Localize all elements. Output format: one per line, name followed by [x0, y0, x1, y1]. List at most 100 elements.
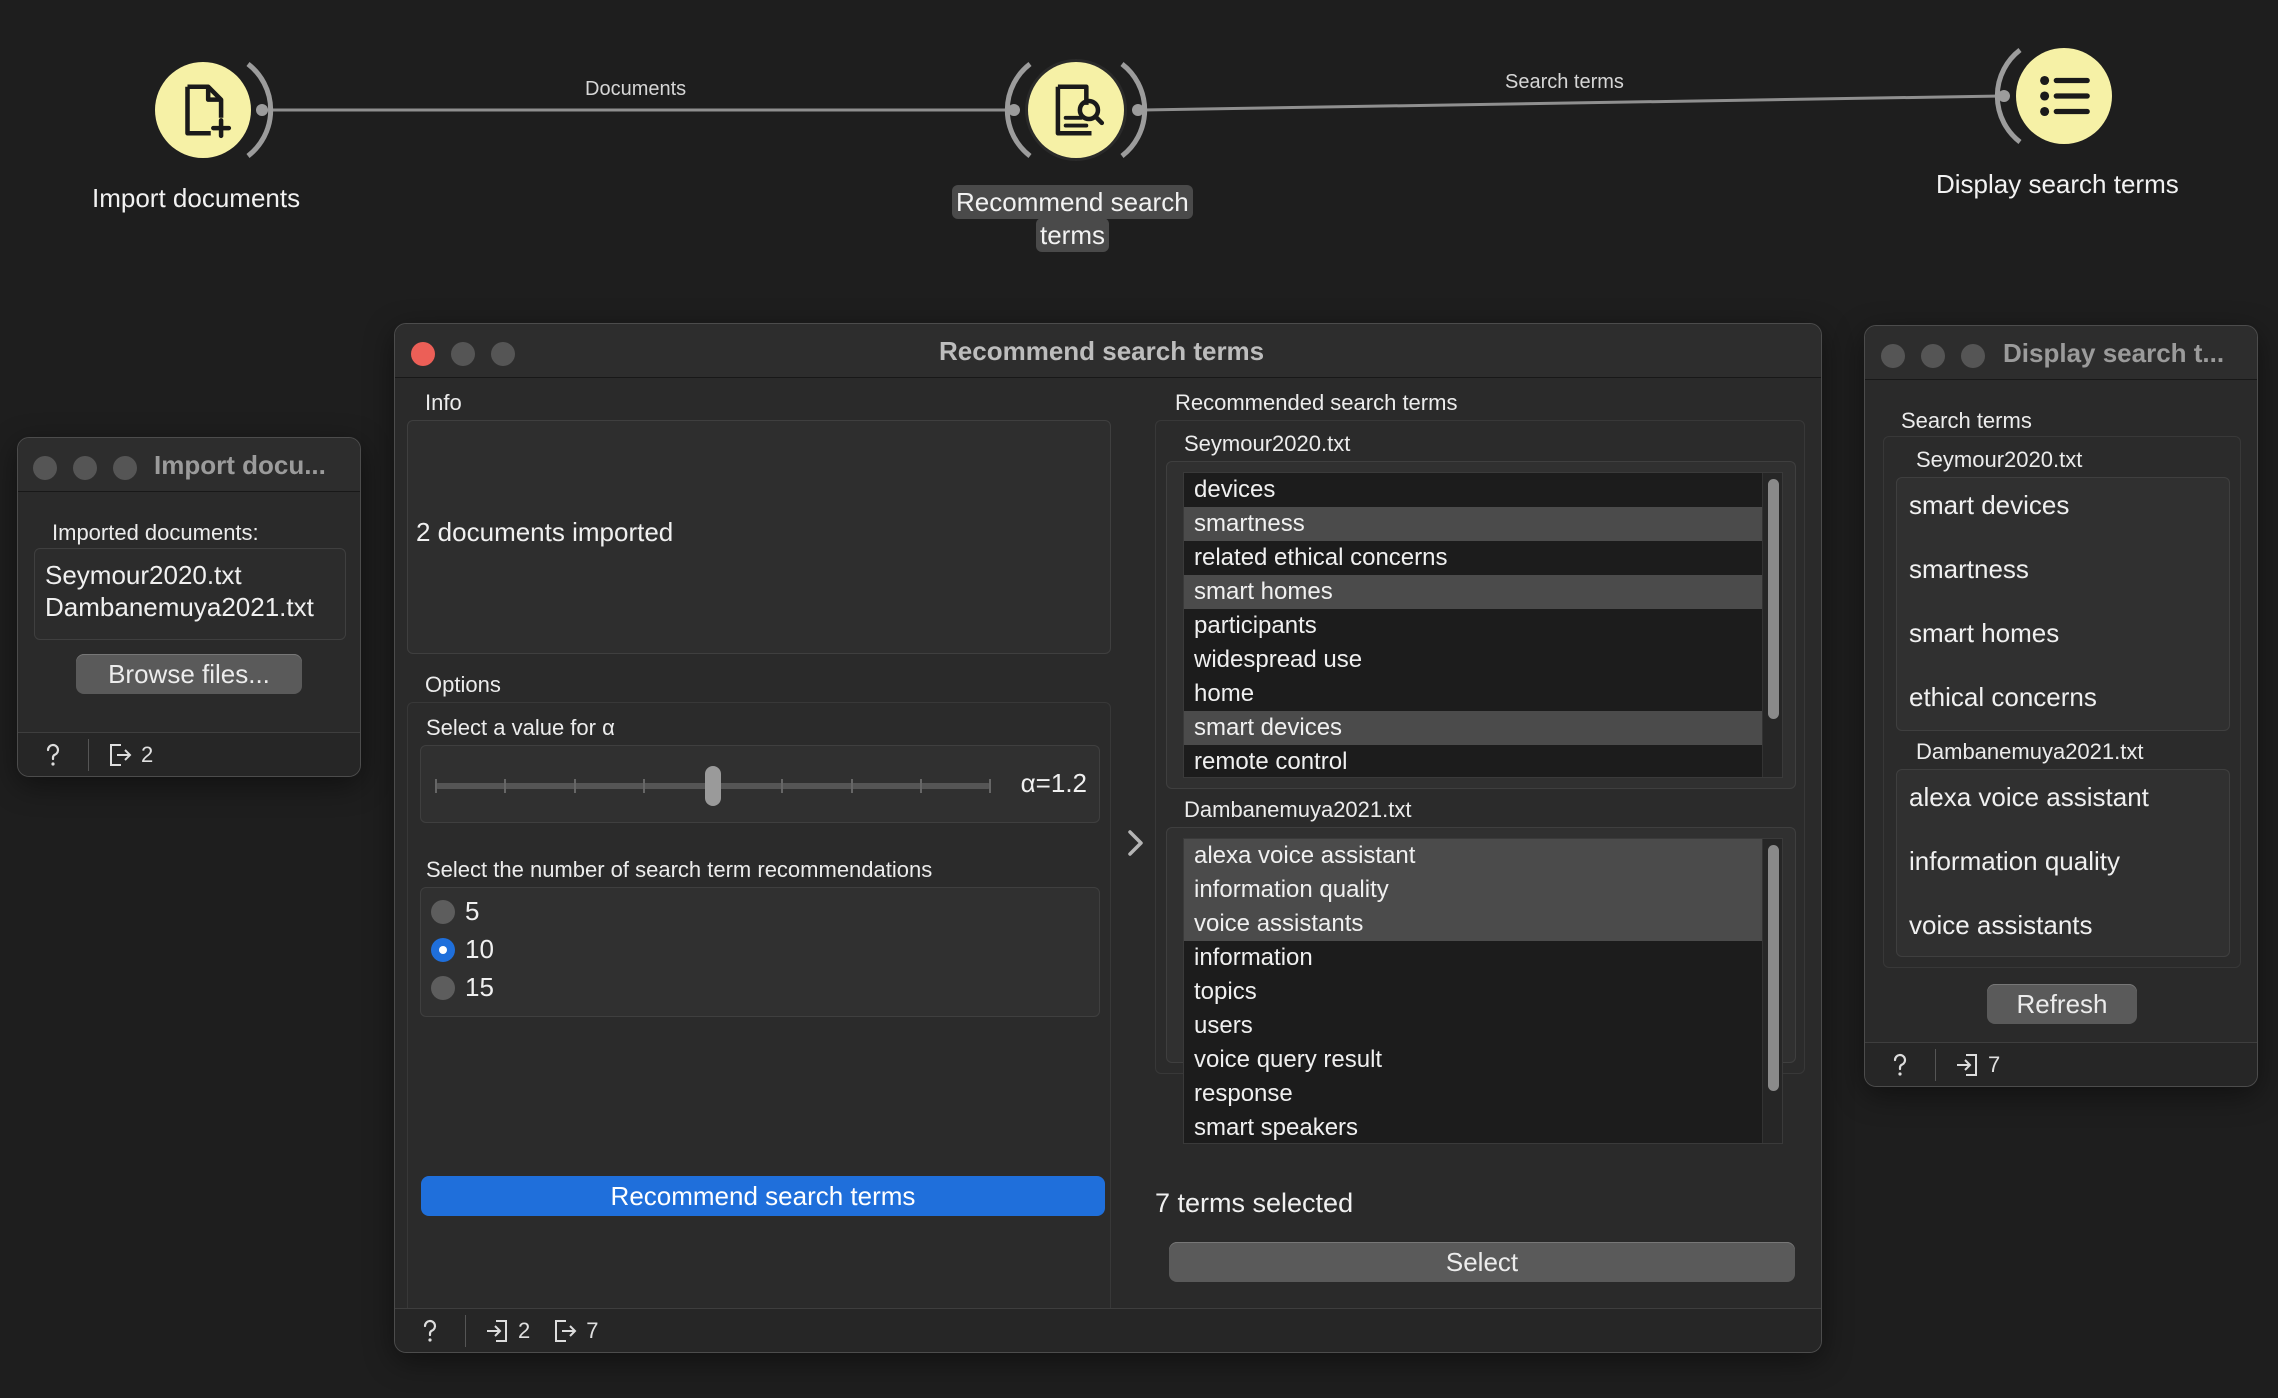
- radio-option-5[interactable]: 5: [431, 896, 479, 927]
- doc2-terms-list[interactable]: alexa voice assistant information quality…: [1183, 838, 1783, 1144]
- help-icon[interactable]: [40, 742, 66, 768]
- list-icon[interactable]: [2016, 48, 2112, 144]
- input-icon: [487, 1319, 507, 1342]
- node-label-import-documents: Import documents: [92, 183, 301, 213]
- browse-files-button[interactable]: Browse files...: [76, 654, 302, 694]
- term-row[interactable]: smart homes: [1184, 575, 1782, 609]
- recommended-terms-label: Recommended search terms: [1175, 390, 1458, 415]
- term-row[interactable]: related ethical concerns: [1184, 541, 1782, 575]
- scrollbar[interactable]: [1762, 839, 1782, 1143]
- doc2-display-list[interactable]: alexa voice assistant information qualit…: [1896, 769, 2230, 957]
- recommended-terms-box: Seymour2020.txt devices smartness related …: [1155, 420, 1805, 1144]
- select-button[interactable]: Select: [1169, 1242, 1795, 1282]
- input-count: 2: [518, 1317, 531, 1343]
- refresh-button[interactable]: Refresh: [1987, 984, 2137, 1024]
- term-row[interactable]: home: [1184, 677, 1782, 711]
- doc-name-seymour: Seymour2020.txt: [1184, 431, 1351, 456]
- document-add-icon[interactable]: [155, 62, 251, 158]
- slider-tick: [920, 779, 922, 793]
- minimize-window-button[interactable]: [451, 342, 475, 366]
- help-icon[interactable]: [417, 1318, 443, 1344]
- alpha-value: α=1.2: [1020, 768, 1087, 798]
- node-label-recommend-line1: Recommend search: [952, 185, 1193, 219]
- link-label-search-terms: Search terms: [1505, 71, 1624, 93]
- doc-name-seymour: Seymour2020.txt: [1916, 447, 2083, 472]
- term-row[interactable]: smart speakers: [1184, 1111, 1782, 1143]
- help-icon[interactable]: [1887, 1052, 1913, 1078]
- link-label-documents: Documents: [585, 78, 687, 100]
- radio-label: 5: [465, 896, 480, 926]
- term-row[interactable]: participants: [1184, 609, 1782, 643]
- scrollbar-thumb[interactable]: [1768, 479, 1779, 719]
- titlebar[interactable]: Recommend search terms: [395, 324, 1821, 378]
- slider-tick: [989, 779, 991, 793]
- alpha-slider[interactable]: [435, 764, 991, 808]
- output-count: 2: [141, 741, 154, 767]
- radio-button[interactable]: [431, 975, 455, 1000]
- output-icon: [555, 1319, 577, 1342]
- doc1-list-frame: devices smartness related ethical concerns…: [1166, 461, 1796, 789]
- node-label-recommend-line2: terms: [1036, 218, 1109, 252]
- slider-knob[interactable]: [705, 766, 721, 806]
- doc1-terms-list[interactable]: devices smartness related ethical concerns…: [1183, 472, 1783, 778]
- titlebar[interactable]: Import docu...: [18, 438, 360, 492]
- term-row[interactable]: voice assistants: [1184, 907, 1782, 941]
- info-text: 2 documents imported: [416, 517, 674, 547]
- term-row[interactable]: information: [1184, 941, 1782, 975]
- radio-option-10[interactable]: 10: [431, 934, 494, 965]
- term-row[interactable]: smartness: [1184, 507, 1782, 541]
- divider: [88, 738, 89, 771]
- radio-button[interactable]: [431, 899, 455, 924]
- term-row[interactable]: users: [1184, 1009, 1782, 1043]
- search-term: voice assistants: [1909, 910, 2093, 940]
- term-row[interactable]: smart devices: [1184, 711, 1782, 745]
- recommend-search-terms-window: Recommend search terms Info 2 documents …: [394, 323, 1822, 1353]
- status-bar: 2: [18, 732, 360, 776]
- search-term: smart homes: [1909, 618, 2060, 648]
- zoom-window-button[interactable]: [1961, 344, 1985, 368]
- slider-tick: [574, 779, 576, 793]
- doc-name-dambanemuya: Dambanemuya2021.txt: [1184, 797, 1412, 822]
- search-terms-label: Search terms: [1901, 408, 2032, 433]
- close-window-button[interactable]: [411, 342, 435, 366]
- workflow-canvas[interactable]: Documents Search terms Import documents …: [0, 0, 2278, 320]
- recommendation-count-label: Select the number of search term recomme…: [426, 857, 933, 882]
- doc2-list-frame: alexa voice assistant information quality…: [1166, 827, 1796, 1144]
- term-row[interactable]: alexa voice assistant: [1184, 839, 1782, 873]
- term-row[interactable]: widespread use: [1184, 643, 1782, 677]
- titlebar[interactable]: Display search t...: [1865, 326, 2257, 380]
- minimize-window-button[interactable]: [1921, 344, 1945, 368]
- term-row[interactable]: devices: [1184, 473, 1782, 507]
- term-row[interactable]: voice query result: [1184, 1043, 1782, 1077]
- output-count: 7: [586, 1317, 599, 1343]
- radio-button-selected[interactable]: [431, 937, 455, 962]
- scrollbar-thumb[interactable]: [1768, 845, 1779, 1091]
- input-count: 7: [1988, 1051, 2001, 1077]
- term-row[interactable]: remote control: [1184, 745, 1782, 777]
- doc1-display-list[interactable]: smart devices smartness smart homes ethi…: [1896, 477, 2230, 731]
- import-documents-window: Import docu... Imported documents: Seymo…: [17, 437, 361, 777]
- zoom-window-button[interactable]: [113, 456, 137, 480]
- zoom-window-button[interactable]: [491, 342, 515, 366]
- input-indicator: 7: [1954, 1052, 2000, 1078]
- slider-tick: [851, 779, 853, 793]
- term-row[interactable]: topics: [1184, 975, 1782, 1009]
- slider-tick: [781, 779, 783, 793]
- close-window-button[interactable]: [1881, 344, 1905, 368]
- chevron-right-icon[interactable]: [1125, 828, 1147, 863]
- radio-option-15[interactable]: 15: [431, 972, 494, 1003]
- search-terms-box: Seymour2020.txt smart devices smartness …: [1883, 436, 2241, 968]
- term-row[interactable]: information quality: [1184, 873, 1782, 907]
- link-search-terms-line[interactable]: [1139, 94, 2003, 112]
- radio-label: 10: [465, 934, 494, 964]
- window-title: Import docu...: [154, 450, 326, 480]
- minimize-window-button[interactable]: [73, 456, 97, 480]
- close-window-button[interactable]: [33, 456, 57, 480]
- term-row[interactable]: response: [1184, 1077, 1782, 1111]
- scrollbar[interactable]: [1762, 473, 1782, 777]
- imported-files-list[interactable]: Seymour2020.txt Dambanemuya2021.txt: [34, 548, 346, 640]
- document-search-icon[interactable]: [1028, 62, 1124, 158]
- slider-tick: [643, 779, 645, 793]
- recommend-search-terms-button[interactable]: Recommend search terms: [421, 1176, 1105, 1216]
- options-box: Select a value for α α=1.2 Select the nu…: [407, 702, 1111, 1352]
